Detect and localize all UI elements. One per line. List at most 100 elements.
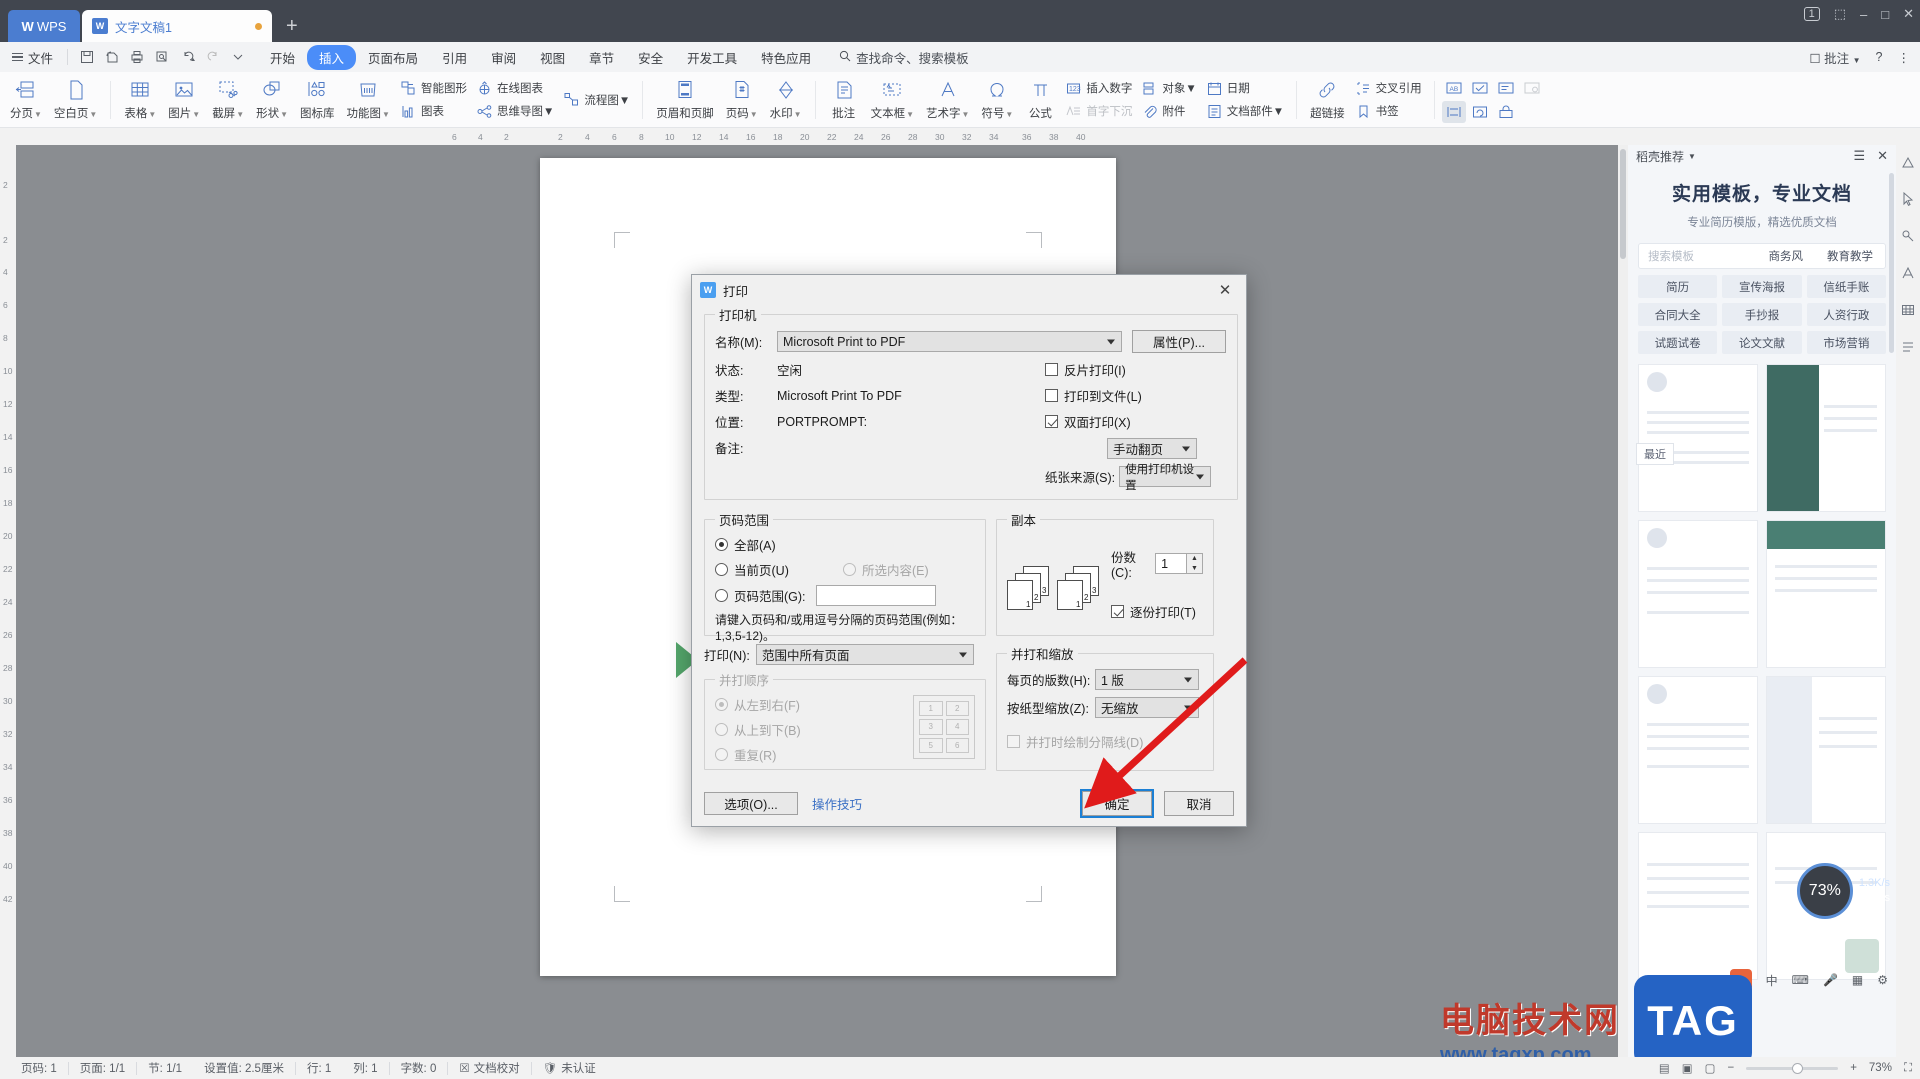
template-search-box[interactable]: 搜索模板 商务风 教育教学 xyxy=(1638,243,1886,269)
zoom-slider[interactable] xyxy=(1746,1062,1839,1074)
duplex-print-checkbox[interactable] xyxy=(1045,415,1058,428)
view-mode-reading-icon[interactable]: ▢ xyxy=(1705,1061,1716,1075)
status-proofread-button[interactable]: ☒ 文档校对 xyxy=(448,1060,530,1076)
tab-审阅[interactable]: 审阅 xyxy=(479,45,528,70)
zoom-slider-knob[interactable] xyxy=(1792,1062,1804,1074)
tab-页面布局[interactable]: 页面布局 xyxy=(356,45,430,70)
maximize-icon[interactable]: □ xyxy=(1881,7,1889,22)
print-to-file-checkbox[interactable] xyxy=(1045,389,1058,402)
bookmark-button[interactable]: 书签 xyxy=(1351,101,1427,121)
template-thumbnail[interactable] xyxy=(1766,364,1886,512)
outline-tool-icon[interactable] xyxy=(1901,340,1915,357)
collate-checkbox[interactable] xyxy=(1111,605,1124,618)
date-button[interactable]: 日期 xyxy=(1202,78,1289,98)
view-mode-web-icon[interactable]: ▣ xyxy=(1682,1061,1693,1075)
comment-button[interactable]: ☐ 批注 ▼ xyxy=(1809,48,1860,67)
chip-信纸手账[interactable]: 信纸手账 xyxy=(1806,275,1886,298)
effects-tool-icon[interactable] xyxy=(1901,229,1915,246)
window-count-badge[interactable]: 1 xyxy=(1803,7,1820,21)
mic-icon[interactable]: 🎤 xyxy=(1823,973,1838,987)
template-thumbnail[interactable] xyxy=(1638,832,1758,980)
watermark-button[interactable]: 水印▼ xyxy=(764,74,808,126)
tab-章节[interactable]: 章节 xyxy=(577,45,626,70)
undo-icon[interactable] xyxy=(180,50,196,64)
formula-button[interactable]: 公式 xyxy=(1019,74,1061,126)
duplex-mode-select[interactable]: 手动翻页 xyxy=(1107,438,1197,459)
keyboard-icon[interactable]: ⌨ xyxy=(1792,973,1809,987)
template-thumbnail[interactable] xyxy=(1766,676,1886,824)
printer-properties-button[interactable]: 属性(P)... xyxy=(1132,330,1226,353)
tab-插入[interactable]: 插入 xyxy=(307,44,357,70)
customize-toolbar-icon[interactable] xyxy=(232,51,244,63)
list-icon[interactable]: ☰ xyxy=(1853,148,1865,164)
more-options-icon[interactable]: ⋮ xyxy=(1898,50,1911,65)
status-unverified-button[interactable]: 🛡 未认证 xyxy=(532,1060,607,1076)
print-preview-icon[interactable] xyxy=(105,50,119,64)
header-footer-button[interactable]: 页眉和页脚 xyxy=(650,74,720,126)
shapes-button[interactable]: 形状▼ xyxy=(250,74,294,126)
template-thumbnail[interactable] xyxy=(1638,676,1758,824)
horizontal-ruler[interactable]: 6 4 2 2 4 6 8 10 12 14 16 18 20 22 24 26… xyxy=(0,129,1920,145)
shapes-tool-icon[interactable] xyxy=(1901,155,1915,172)
search-tag-education[interactable]: 教育教学 xyxy=(1815,248,1885,264)
print-dialog[interactable]: W 打印 ✕ 打印机 名称(M): Microsoft Print to PDF… xyxy=(691,274,1247,827)
recent-badge[interactable]: 最近 xyxy=(1636,443,1674,465)
cross-reference-button[interactable]: 交叉引用 xyxy=(1351,78,1427,98)
printer-name-select[interactable]: Microsoft Print to PDF xyxy=(777,331,1122,352)
chip-简历[interactable]: 简历 xyxy=(1638,275,1718,298)
chip-宣传海报[interactable]: 宣传海报 xyxy=(1722,275,1802,298)
range-current-option[interactable]: 当前页(U) xyxy=(715,560,843,579)
document-tab[interactable]: W 文字文稿1 xyxy=(82,10,272,42)
collate-option[interactable]: 逐份打印(T) xyxy=(1111,602,1203,621)
print-cancel-button[interactable]: 取消 xyxy=(1164,791,1234,816)
comment-ribbon-button[interactable]: 批注 xyxy=(823,74,865,126)
chip-试题试卷[interactable]: 试题试卷 xyxy=(1638,331,1718,354)
symbol-button[interactable]: 符号▼ xyxy=(975,74,1019,126)
close-icon[interactable]: ✕ xyxy=(1877,148,1888,164)
tab-视图[interactable]: 视图 xyxy=(528,45,577,70)
flowchart-button[interactable]: 流程图▼ xyxy=(559,90,635,110)
scale-to-paper-select[interactable]: 无缩放 xyxy=(1095,697,1199,718)
picture-button[interactable]: 图片▼ xyxy=(162,74,206,126)
network-speed-widget[interactable]: 73% 1.3K/s 0.6K/s xyxy=(1796,863,1890,919)
doc-parts-button[interactable]: 文档部件▼ xyxy=(1202,101,1289,121)
stepper-down-icon[interactable]: ▼ xyxy=(1187,564,1202,574)
range-all-radio[interactable] xyxy=(715,538,728,551)
chip-手抄报[interactable]: 手抄报 xyxy=(1722,303,1802,326)
panel-scrollbar[interactable] xyxy=(1889,173,1894,353)
close-icon[interactable]: ✕ xyxy=(1903,6,1914,22)
range-all-option[interactable]: 全部(A) xyxy=(715,535,975,554)
checkbox-field-icon[interactable] xyxy=(1468,77,1492,99)
page-number-button[interactable]: 页码▼ xyxy=(720,74,764,126)
print-ok-button[interactable]: 确定 xyxy=(1080,789,1154,818)
print-options-button[interactable]: 选项(O)... xyxy=(704,792,798,815)
dropdown-field-icon[interactable] xyxy=(1494,77,1518,99)
text-box-button[interactable]: 文本框▼ xyxy=(865,74,920,126)
icon-library-button[interactable]: 图标库 xyxy=(294,74,341,126)
view-mode-print-icon[interactable]: ▤ xyxy=(1659,1061,1670,1075)
file-menu-button[interactable]: 文件 xyxy=(0,48,63,67)
stepper-up-icon[interactable]: ▲ xyxy=(1187,554,1202,564)
restore-down-icon[interactable]: ⬚ xyxy=(1834,6,1846,22)
range-custom-radio[interactable] xyxy=(715,589,728,602)
word-art-tool-icon[interactable] xyxy=(1901,266,1915,283)
template-thumbnail[interactable] xyxy=(1766,520,1886,668)
template-thumbnail[interactable] xyxy=(1638,520,1758,668)
ime-icon[interactable]: 中 xyxy=(1766,972,1778,989)
attachment-button[interactable]: 附件 xyxy=(1137,101,1201,121)
pages-per-sheet-select[interactable]: 1 版 xyxy=(1095,669,1199,690)
online-chart-button[interactable]: 在线图表 xyxy=(472,78,559,98)
copies-count-stepper[interactable]: 1 ▲ ▼ xyxy=(1155,553,1203,574)
help-icon[interactable]: ? xyxy=(1876,50,1883,64)
tab-特色应用[interactable]: 特色应用 xyxy=(749,45,823,70)
command-search-box[interactable]: 查找命令、搜索模板 xyxy=(839,48,969,67)
vertical-ruler[interactable]: 2 2 4 6 8 10 12 14 16 18 20 22 24 26 28 … xyxy=(0,145,16,1057)
invert-print-option[interactable]: 反片打印(I) xyxy=(1045,360,1227,379)
object-button[interactable]: 对象▼ xyxy=(1137,78,1201,98)
chip-人资行政[interactable]: 人资行政 xyxy=(1806,303,1886,326)
minimize-icon[interactable]: – xyxy=(1860,7,1867,22)
close-icon[interactable]: ✕ xyxy=(1212,279,1238,301)
word-art-button[interactable]: 艺术字▼ xyxy=(920,74,975,126)
tab-安全[interactable]: 安全 xyxy=(626,45,675,70)
invert-print-checkbox[interactable] xyxy=(1045,363,1058,376)
